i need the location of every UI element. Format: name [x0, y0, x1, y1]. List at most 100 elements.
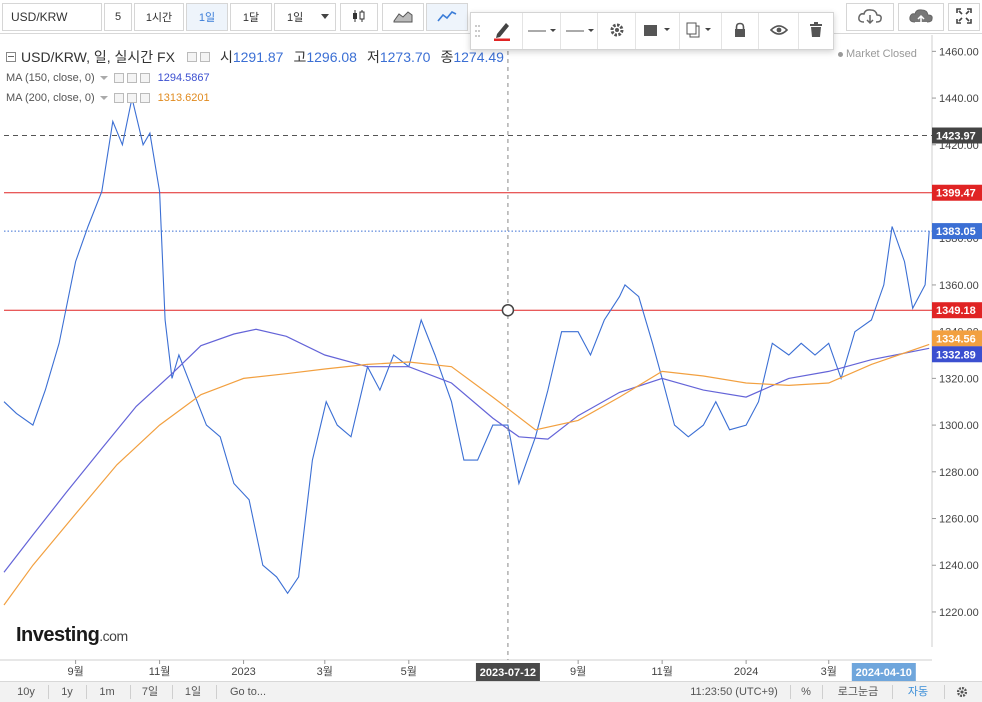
line-chart-button[interactable]	[426, 3, 468, 31]
ma150-eye-icon[interactable]	[113, 73, 124, 83]
symbol-search-input[interactable]: USD/KRW	[2, 3, 102, 31]
fill-dropdown[interactable]	[636, 13, 680, 49]
ma200-value: 1313.6201	[157, 92, 210, 104]
y-tick-label: 1260.00	[939, 514, 979, 526]
fullscreen-icon	[956, 7, 972, 27]
x-tick-label: 11월	[651, 665, 673, 678]
ma150-legend: MA (150, close, 0) 1294.5867	[6, 68, 706, 88]
range-1m[interactable]: 1m	[90, 682, 124, 702]
line-style-dropdown[interactable]	[561, 13, 599, 49]
collapse-legend-icon[interactable]	[6, 52, 16, 62]
lock-button[interactable]	[722, 13, 760, 49]
gear-icon	[608, 21, 626, 42]
logo-suffix: .com	[99, 628, 128, 644]
open-label: 시	[219, 49, 233, 65]
y-tick-label: 1220.00	[939, 607, 979, 619]
ma150-settings-icon[interactable]	[126, 73, 137, 83]
range-dropdown-label: 1일	[287, 12, 304, 24]
ma200-eye-icon[interactable]	[113, 93, 124, 103]
line-chart-icon	[437, 9, 457, 26]
y-tick-label: 1360.00	[939, 280, 979, 292]
x-tick-label: 5월	[401, 665, 417, 678]
lock-icon	[733, 22, 747, 41]
candlestick-icon	[351, 8, 367, 27]
line-width-icon	[526, 24, 557, 38]
range-7d[interactable]: 7일	[134, 682, 166, 702]
chevron-down-icon[interactable]	[99, 76, 108, 80]
delete-drawing-button[interactable]	[799, 13, 833, 49]
auto-scale-toggle[interactable]: 자동	[898, 682, 938, 702]
y-tick-label: 1460.00	[939, 46, 979, 58]
plot-area[interactable]	[4, 35, 932, 647]
range-10y[interactable]: 10y	[6, 682, 46, 702]
go-to-date-button[interactable]: Go to...	[222, 682, 274, 702]
close-value: 1274.49	[453, 49, 504, 65]
price-red-1399-label: 1399.47	[936, 188, 976, 200]
legend-settings-icon[interactable]	[186, 52, 197, 62]
interval-5[interactable]: 5	[104, 3, 132, 31]
range-dropdown[interactable]: 1일	[274, 3, 336, 31]
x-tick-label: 2024	[734, 666, 758, 678]
bottom-bar: 10y 1y 1m 7일 1일 Go to... 11:23:50 (UTC+9…	[0, 681, 982, 702]
open-value: 1291.87	[232, 49, 284, 65]
high-value: 1296.08	[306, 49, 357, 65]
low-value: 1273.70	[379, 49, 431, 65]
investing-chart-app: USD/KRW 5 1시간 1일 1달 1일 1220.00 1240.00 126…	[0, 0, 982, 702]
ma200-legend: MA (200, close, 0) 1313.6201	[6, 88, 706, 108]
candlestick-chart-button[interactable]	[340, 3, 378, 31]
series-title: USD/KRW, 일, 실시간 FX	[21, 49, 175, 65]
x-tick-label: 2023	[231, 666, 255, 678]
area-chart-button[interactable]	[382, 3, 424, 31]
drawing-anchor-handle[interactable]	[501, 303, 515, 317]
eye-icon	[769, 24, 788, 39]
percent-scale-toggle[interactable]: %	[796, 682, 816, 702]
area-chart-icon	[393, 9, 413, 26]
fullscreen-button[interactable]	[948, 3, 980, 31]
clock-timezone[interactable]: 11:23:50 (UTC+9)	[684, 682, 784, 702]
price-dashed-1423-label: 1423.97	[936, 131, 976, 143]
interval-1h[interactable]: 1시간	[134, 3, 184, 31]
line-width-dropdown[interactable]	[523, 13, 561, 49]
chart-settings-button[interactable]	[950, 682, 974, 702]
market-status-dot	[838, 51, 843, 57]
y-tick-label: 1300.00	[939, 420, 979, 432]
ma-price-label: 1334.56	[936, 333, 976, 345]
interval-1m[interactable]: 1달	[230, 3, 272, 31]
drawing-settings-button[interactable]	[598, 13, 637, 49]
line-color-button[interactable]	[483, 13, 523, 49]
ma150-value: 1294.5867	[157, 72, 210, 84]
cloud-download-button[interactable]	[846, 3, 894, 31]
ma150-remove-icon[interactable]	[139, 73, 150, 83]
investing-logo: Investing.com	[16, 624, 128, 647]
logo-text: Investing	[16, 624, 100, 646]
low-label: 저	[366, 49, 380, 65]
cloud-download-icon	[857, 7, 883, 28]
log-scale-toggle[interactable]: 로그눈금	[830, 682, 886, 702]
range-1y[interactable]: 1y	[52, 682, 82, 702]
visibility-button[interactable]	[759, 13, 800, 49]
pencil-icon	[491, 19, 513, 44]
y-tick-label: 1320.00	[939, 373, 979, 385]
x-tick-label: 3월	[821, 665, 837, 678]
ma150-label: MA (150, close, 0)	[6, 72, 95, 84]
drag-handle[interactable]	[471, 13, 483, 49]
y-tick-label: 1440.00	[939, 93, 979, 105]
x-tick-label: 3월	[317, 665, 333, 678]
price-last-price-label: 1383.05	[936, 226, 976, 238]
chevron-down-icon[interactable]	[99, 96, 108, 100]
high-label: 고	[293, 49, 307, 65]
interval-1d[interactable]: 1일	[186, 3, 228, 31]
cloud-upload-icon	[908, 7, 934, 28]
y-tick-label: 1240.00	[939, 560, 979, 572]
chart-legend: USD/KRW, 일, 실시간 FX 시 1291.87 고 1296.08 저…	[6, 46, 706, 108]
ma200-remove-icon[interactable]	[139, 93, 150, 103]
chevron-down-icon	[321, 14, 329, 19]
gear-icon	[955, 686, 969, 698]
price-chart[interactable]: 1220.00 1240.00 1260.00 1280.00 1300.00 1320.…	[0, 35, 982, 683]
ma200-settings-icon[interactable]	[126, 93, 137, 103]
clone-dropdown[interactable]	[680, 13, 722, 49]
fill-icon	[642, 22, 672, 41]
cloud-upload-button[interactable]	[898, 3, 944, 31]
legend-hide-icon[interactable]	[199, 52, 210, 62]
range-1d[interactable]: 1일	[176, 682, 210, 702]
